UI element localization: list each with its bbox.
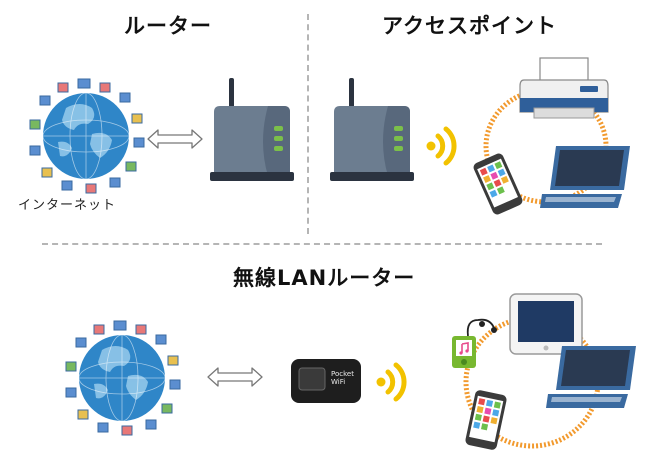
globe-icon-2 xyxy=(65,320,181,436)
laptop-icon xyxy=(540,146,630,208)
double-arrow-icon xyxy=(147,129,203,149)
horizontal-divider xyxy=(42,243,602,245)
wireless-router-section-title: 無線LANルーター xyxy=(233,266,416,290)
smartphone-icon-2 xyxy=(465,390,507,450)
globe-icon xyxy=(29,78,145,194)
internet-caption: インターネット xyxy=(18,198,117,213)
wifi-signal-icon-2 xyxy=(376,362,407,402)
printer-icon xyxy=(519,57,609,119)
music-player-icon xyxy=(452,318,497,368)
smartphone-icon xyxy=(473,153,523,215)
router-section-title: ルーター xyxy=(124,14,212,38)
wifi-signal-icon xyxy=(426,126,457,166)
access-point-section-title: アクセスポイント xyxy=(382,14,557,38)
laptop-icon-2 xyxy=(546,346,636,408)
access-point-router-icon xyxy=(330,78,414,181)
double-arrow-icon-2 xyxy=(207,367,263,387)
router-icon xyxy=(210,78,294,181)
vertical-divider xyxy=(307,14,309,234)
pocket-wifi-label: Pocket WiFi xyxy=(331,370,354,386)
